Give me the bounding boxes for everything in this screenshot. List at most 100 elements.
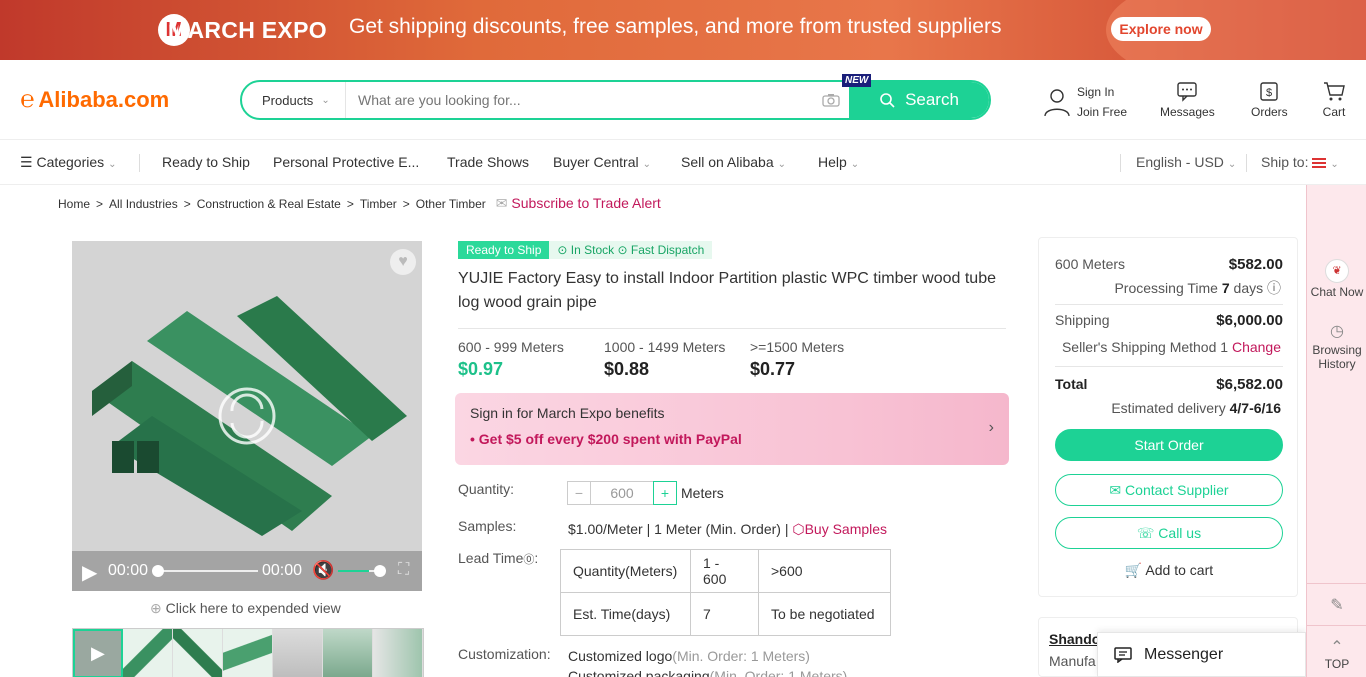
thumbnail[interactable] — [173, 629, 223, 677]
search-button[interactable]: Search — [849, 82, 989, 118]
thumbnail[interactable] — [323, 629, 373, 677]
fullscreen-icon[interactable]: ⛶ — [398, 561, 409, 579]
right-sidebar: ❦ Chat Now ◷ Browsing History ✎ ⌃ TOP — [1306, 185, 1366, 677]
back-to-top-button[interactable]: ⌃ TOP — [1307, 637, 1366, 671]
subscribe-trade-alert[interactable]: ✉ Subscribe to Trade Alert — [496, 195, 661, 212]
buy-samples-label: Buy Samples — [804, 521, 888, 537]
sign-in-link[interactable]: Sign In — [1077, 82, 1127, 102]
breadcrumb-separator: > — [183, 196, 191, 211]
table-cell: 7 — [690, 592, 759, 636]
increase-button[interactable]: + — [653, 481, 677, 505]
nav-ppe[interactable]: Personal Protective E... — [273, 154, 419, 170]
search-category-select[interactable]: Products ⌄ — [242, 82, 346, 118]
help-icon[interactable]: ⓪ — [523, 554, 534, 566]
messages-button[interactable]: Messages — [1160, 80, 1215, 119]
tier-price: $0.88 — [604, 359, 650, 379]
cart-button[interactable]: Cart — [1322, 80, 1346, 119]
orders-icon: $ — [1260, 82, 1279, 101]
info-icon[interactable]: ⓘ — [1267, 280, 1281, 296]
check-icon: ⊙ — [617, 243, 628, 257]
custom-pack-min-order: (Min. Order: 1 Meters) — [709, 668, 848, 677]
language-select[interactable]: English - USD ⌄ — [1136, 154, 1236, 170]
nav-ready-to-ship[interactable]: Ready to Ship — [162, 154, 250, 170]
sidebar-divider — [1307, 625, 1366, 626]
sell-label: Sell on Alibaba — [681, 154, 774, 170]
contact-supplier-label: Contact Supplier — [1125, 482, 1229, 498]
volume-handle[interactable] — [374, 565, 386, 577]
nav-trade-shows[interactable]: Trade Shows — [447, 154, 529, 170]
mail-icon: ✉ — [495, 195, 508, 211]
thumbnail[interactable] — [273, 629, 323, 677]
chevron-down-icon: ⌄ — [1330, 159, 1339, 170]
join-free-link[interactable]: Join Free — [1077, 102, 1127, 122]
add-to-cart-button[interactable]: 🛒 Add to cart — [1055, 562, 1283, 579]
thumbnail-video[interactable]: ▶ — [73, 629, 123, 677]
processing-days: 7 — [1221, 280, 1230, 296]
nav-divider — [1120, 154, 1121, 172]
change-shipping-link[interactable]: Change — [1232, 339, 1281, 355]
breadcrumb-construction[interactable]: Construction & Real Estate — [197, 197, 341, 211]
search-input[interactable] — [346, 82, 813, 118]
processing-unit: days — [1233, 280, 1264, 296]
start-order-button[interactable]: Start Order — [1055, 429, 1283, 461]
categories-label: Categories — [36, 154, 105, 170]
tier-range: 600 - 999 Meters — [458, 339, 564, 355]
thumbnail[interactable] — [223, 629, 273, 677]
nav-help[interactable]: Help ⌄ — [818, 154, 859, 170]
product-media[interactable]: ♥ ▶ 00:00 00:00 🔇 ⛶ — [72, 241, 422, 591]
messenger-button[interactable]: Messenger — [1097, 632, 1306, 677]
camera-icon[interactable] — [813, 82, 849, 118]
favorite-icon[interactable]: ♥ — [390, 249, 416, 275]
nav-sell-on-alibaba[interactable]: Sell on Alibaba ⌄ — [681, 154, 786, 170]
estimated-delivery: Estimated delivery 4/7-6/16 — [1111, 400, 1281, 416]
ship-to-select[interactable]: Ship to: ⌄ — [1261, 154, 1339, 170]
mail-icon: ✉ — [1109, 482, 1122, 498]
browsing-history-button[interactable]: ◷ Browsing History — [1307, 321, 1366, 371]
orders-button[interactable]: $ Orders — [1251, 80, 1288, 119]
table-cell: To be negotiated — [758, 592, 891, 636]
explore-now-button[interactable]: Explore now — [1111, 17, 1211, 41]
sign-in-area[interactable]: Sign In Join Free — [1043, 82, 1127, 122]
messenger-label: Messenger — [1144, 645, 1224, 663]
product-badges: Ready to Ship ⊙ In Stock ⊙ Fast Dispatch — [458, 241, 713, 259]
expand-view-link[interactable]: ⊕ Click here to expended view — [150, 600, 341, 617]
quantity-input[interactable]: 600 — [591, 481, 653, 505]
categories-menu[interactable]: ☰ Categories ⌄ — [20, 154, 117, 171]
buy-samples-link[interactable]: ⬡Buy Samples — [792, 521, 887, 537]
seek-handle[interactable] — [152, 565, 164, 577]
price-tier: 1000 - 1499 Meters $0.88 — [604, 339, 725, 380]
decrease-button[interactable]: − — [567, 481, 591, 505]
shipping-row: Shipping $6,000.00 — [1055, 312, 1283, 329]
current-time: 00:00 — [108, 562, 149, 579]
thumbnail[interactable] — [123, 629, 173, 677]
nav-buyer-central[interactable]: Buyer Central ⌄ — [553, 154, 651, 170]
breadcrumb-home[interactable]: Home — [58, 197, 90, 211]
volume-fill — [338, 570, 369, 572]
promo-banner[interactable]: M MARCH EXPO Get shipping discounts, free… — [0, 0, 1366, 60]
alibaba-logo[interactable]: ℮ Alibaba.com — [20, 86, 169, 114]
contact-supplier-button[interactable]: ✉ Contact Supplier — [1055, 474, 1283, 506]
breadcrumb-timber[interactable]: Timber — [360, 197, 397, 211]
expo-benefits-banner[interactable]: Sign in for March Expo benefits • Get $5… — [455, 393, 1009, 465]
table-cell: Quantity(Meters) — [560, 549, 691, 593]
chat-now-label: Chat Now — [1310, 285, 1364, 299]
seek-bar[interactable] — [154, 570, 258, 572]
call-us-button[interactable]: ☏ Call us — [1055, 517, 1283, 549]
feedback-icon[interactable]: ✎ — [1307, 595, 1366, 617]
breadcrumb-all-industries[interactable]: All Industries — [109, 197, 178, 211]
chevron-down-icon: ⌄ — [850, 159, 860, 170]
chat-now-button[interactable]: ❦ Chat Now — [1307, 259, 1366, 299]
chevron-down-icon: ⌄ — [1227, 159, 1237, 170]
total-row: Total $6,582.00 — [1055, 376, 1283, 393]
thumbnail[interactable] — [373, 629, 423, 677]
orders-label: Orders — [1251, 105, 1288, 119]
supplier-name[interactable]: Shando — [1049, 631, 1100, 647]
mute-icon[interactable]: 🔇 — [312, 560, 334, 581]
breadcrumb-other-timber[interactable]: Other Timber — [416, 197, 486, 211]
play-icon[interactable]: ▶ — [82, 560, 97, 585]
thumbnail-strip: ▶ — [72, 628, 424, 677]
add-to-cart-label: Add to cart — [1145, 562, 1214, 578]
svg-text:$: $ — [1266, 87, 1272, 99]
phone-icon: ☏ — [1136, 525, 1155, 541]
logo-text: Alibaba.com — [38, 87, 170, 112]
